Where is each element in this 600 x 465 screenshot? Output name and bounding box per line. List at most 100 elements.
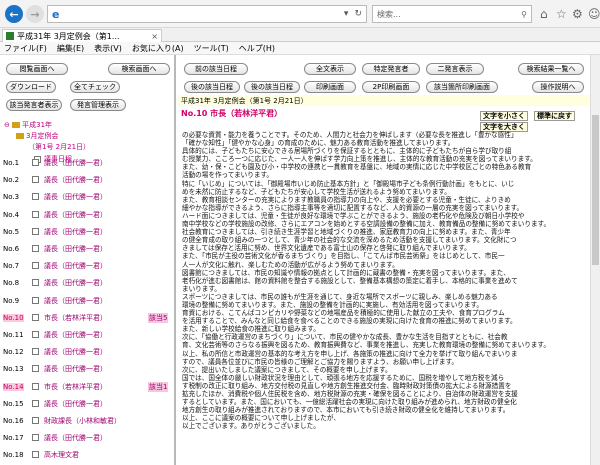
checkbox[interactable] — [32, 159, 39, 166]
checkbox[interactable] — [32, 434, 39, 442]
speaker-name[interactable]: 議長（田代勝一君） — [44, 175, 107, 185]
speaker-name[interactable]: 議長（田代勝一君） — [44, 158, 107, 168]
checkbox[interactable] — [32, 399, 39, 407]
checkbox[interactable] — [32, 279, 39, 287]
speech-line: 以上、私の所信と市政運営の基本的な考え方を申し上げ、各施策の推進に向けて全力を挙… — [182, 349, 518, 358]
results-list-button[interactable]: 検索結果一覧へ — [518, 63, 584, 75]
menu-file[interactable]: ファイル(F) — [4, 43, 47, 54]
next-day-button[interactable]: 後の該当日程 — [184, 81, 240, 93]
checkbox[interactable] — [32, 451, 39, 459]
menu-tools[interactable]: ツール(T) — [194, 43, 229, 54]
search-screen-button[interactable]: 検索画面へ — [108, 63, 170, 75]
font-reset-button[interactable]: 標準に戻す — [534, 111, 575, 121]
speaker-name[interactable]: 議長（田代勝一君） — [44, 227, 107, 237]
list-item[interactable]: No.10 市長（若林洋平君） 該当5 — [0, 310, 174, 327]
speaker-name[interactable]: 高木理文君 — [44, 450, 79, 460]
next-day-button-2[interactable]: 後の該当日程 — [244, 81, 300, 93]
tree-year[interactable]: ⊖ 平成31年 — [4, 120, 52, 130]
checkbox[interactable] — [32, 245, 39, 252]
checkbox[interactable] — [32, 210, 39, 218]
show-speakers-button[interactable]: 該当発言者表示 — [6, 99, 62, 111]
minus-icon[interactable]: ⊖ — [4, 121, 10, 129]
list-item[interactable]: No.13 議長（田代勝一君） — [0, 361, 174, 378]
close-icon[interactable]: × — [151, 32, 158, 41]
speaker-name[interactable]: 議長（田代勝一君） — [44, 330, 107, 340]
favorites-star-icon[interactable]: ☆ — [556, 7, 567, 21]
checkbox[interactable] — [32, 382, 39, 390]
back-arrow-icon[interactable]: ← — [5, 5, 23, 23]
speech-line: の健全育成の取り組みの一つとして、青少年の社会的な交流を深めるため活動を支援して… — [182, 236, 517, 245]
list-item[interactable]: No.4 議長（田代勝一君） — [0, 207, 174, 224]
vertical-scrollbar[interactable] — [590, 55, 600, 465]
search-icon[interactable]: ⚲ — [521, 10, 527, 19]
list-item[interactable]: No.3 議長（田代勝一君） — [0, 189, 174, 206]
speaker-name[interactable]: 議長（田代勝一君） — [44, 296, 107, 306]
show-all-button[interactable]: 全文表示 — [304, 63, 356, 75]
browse-screen-button[interactable]: 閲覧画面へ — [6, 63, 68, 75]
list-item[interactable]: No.14 市長（若林洋平君） 該当1 — [0, 379, 174, 396]
list-item[interactable]: No.15 議長（田代勝一君） — [0, 396, 174, 413]
list-item[interactable]: No.11 議長（田代勝一君） — [0, 327, 174, 344]
print-2p-button[interactable]: 2P印刷画面 — [362, 81, 420, 93]
list-item[interactable]: No.16 財政課長（小林和敏君） — [0, 413, 174, 430]
font-smaller-button[interactable]: 文字を小さく — [480, 111, 528, 121]
list-item[interactable]: No.1 議長（田代勝一君） — [0, 155, 174, 172]
home-icon[interactable]: ⌂ — [540, 7, 548, 21]
print-screen-button[interactable]: 印刷画面 — [304, 81, 356, 93]
menu-help[interactable]: ヘルプ(H) — [239, 43, 275, 54]
print-matches-button[interactable]: 該当箇所印刷画面 — [426, 81, 498, 93]
speaker-name[interactable]: 議長（田代勝一君） — [44, 261, 107, 271]
menu-edit[interactable]: 編集(E) — [57, 43, 84, 54]
checkbox[interactable] — [32, 227, 39, 235]
dual-display-button[interactable]: 二発言表示 — [426, 63, 484, 75]
checkbox[interactable] — [32, 296, 39, 304]
speaker-name[interactable]: 市長（若林洋平君） — [44, 382, 107, 392]
speaker-name[interactable]: 議長（田代勝一君） — [44, 364, 107, 374]
address-field[interactable]: e ▾ ↻ — [47, 5, 367, 23]
menu-view[interactable]: 表示(V) — [94, 43, 122, 54]
checkbox[interactable] — [32, 348, 39, 356]
speaker-name[interactable]: 議長（田代勝一君） — [44, 433, 107, 443]
list-item[interactable]: No.18 高木理文君 — [0, 447, 174, 464]
check-all-button[interactable]: 全てチェック — [70, 81, 120, 93]
dropdown-icon[interactable]: ▾ — [344, 9, 349, 19]
speaker-name[interactable]: 議長（田代勝一君） — [44, 278, 107, 288]
speaker-name[interactable]: 市長（若林洋平君） — [44, 313, 107, 323]
list-item[interactable]: No.9 議長（田代勝一君） — [0, 293, 174, 310]
tree-session[interactable]: 3月定例会 — [16, 131, 58, 141]
checkbox[interactable] — [32, 417, 39, 424]
speaker-name[interactable]: 議長（田代勝一君） — [44, 399, 107, 409]
search-input[interactable]: 検索... ⚲ — [372, 5, 532, 23]
list-item[interactable]: No.8 議長（田代勝一君） — [0, 275, 174, 292]
speaker-name[interactable]: 議長（田代勝一君） — [44, 192, 107, 202]
forward-arrow-icon[interactable]: → — [26, 5, 44, 23]
download-button[interactable]: ダウンロード — [6, 81, 56, 93]
speaker-name[interactable]: 財政課長（小林和敏君） — [44, 416, 121, 426]
checkbox[interactable] — [32, 193, 39, 201]
tab-active[interactable]: 平成31年 3月定例会（第1... × — [2, 29, 162, 42]
menu-favorites[interactable]: お気に入り(A) — [132, 43, 184, 54]
checkbox[interactable] — [32, 365, 39, 373]
smiley-icon[interactable]: ☺ — [588, 7, 600, 21]
speaker-name[interactable]: 議長（田代勝一君） — [44, 210, 107, 220]
list-item[interactable]: No.17 議長（田代勝一君） — [0, 430, 174, 447]
checkbox[interactable] — [32, 331, 39, 338]
list-item[interactable]: No.2 議長（田代勝一君） — [0, 172, 174, 189]
prev-day-button[interactable]: 前の該当日程 — [184, 63, 248, 75]
checkbox[interactable] — [32, 313, 39, 321]
tree-day[interactable]: （第1号 2月21日） — [28, 142, 90, 152]
list-item[interactable]: No.7 議長（田代勝一君） — [0, 258, 174, 275]
speaker-name[interactable]: 議長（田代勝一君） — [44, 244, 107, 254]
specific-speaker-button[interactable]: 特定発言者 — [362, 63, 420, 75]
speaker-management-button[interactable]: 発言管理表示 — [70, 99, 126, 111]
scrollbar-thumb[interactable] — [592, 115, 599, 265]
list-item[interactable]: No.5 議長（田代勝一君） — [0, 224, 174, 241]
speaker-name[interactable]: 議長（田代勝一君） — [44, 347, 107, 357]
help-button[interactable]: 操作説明へ — [532, 81, 584, 93]
checkbox[interactable] — [32, 262, 39, 270]
gear-icon[interactable]: ⚙ — [572, 7, 583, 21]
list-item[interactable]: No.12 議長（田代勝一君） — [0, 344, 174, 361]
refresh-icon[interactable]: ↻ — [354, 9, 362, 19]
checkbox[interactable] — [32, 176, 39, 184]
list-item[interactable]: No.6 議長（田代勝一君） — [0, 241, 174, 258]
